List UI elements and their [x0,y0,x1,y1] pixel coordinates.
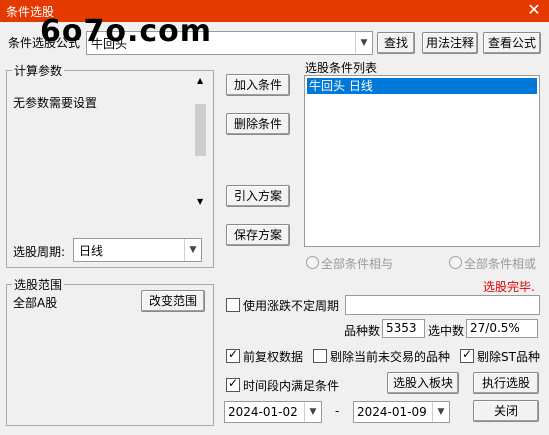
selected-value: 27/0.5% [470,321,520,335]
chevron-down-icon[interactable]: ▼ [432,402,449,422]
add-condition-button[interactable]: 加入条件 [226,74,290,96]
scroll-thumb[interactable] [195,104,206,156]
period-condition-checkbox[interactable]: ✓ [226,376,240,392]
check-icon: ✓ [462,347,473,361]
variable-period-input[interactable] [345,295,540,315]
execute-button[interactable]: 执行选股 [473,372,539,394]
close-icon[interactable]: ✕ [525,1,543,19]
selected-field: 27/0.5% [466,319,538,338]
forward-adjust-checkbox[interactable]: ✓ [226,347,240,363]
period-value: 日线 [79,244,104,258]
selected-label: 选中数 [428,324,465,338]
close-button[interactable]: 关闭 [473,400,539,422]
scope-group-label: 选股范围 [12,276,65,293]
start-date-value: 2024-01-02 [228,405,298,419]
usage-button[interactable]: 用法注释 [422,32,478,54]
variable-period-checkbox[interactable] [226,298,240,312]
view-formula-button[interactable]: 查看公式 [483,32,541,54]
change-scope-button[interactable]: 改变范围 [141,290,205,312]
remove-condition-button[interactable]: 删除条件 [226,113,290,135]
variable-period-label: 使用涨跌不定周期 [243,299,340,313]
count-label: 品种数 [344,324,381,338]
scroll-up-icon[interactable]: ▲ [197,76,203,85]
list-item[interactable]: 牛回头 日线 [307,78,537,94]
condition-screener-window: 条件选股 ✕ 条件选股公式 牛回头 ▼ 6o7o.com 查找 用法注释 查看公… [0,0,549,435]
exclude-st-checkbox[interactable]: ✓ [460,347,474,363]
count-value: 5353 [386,321,417,335]
check-icon: ✓ [228,376,239,390]
watermark: 6o7o.com [40,14,213,49]
conditions-label: 选股条件列表 [305,61,378,75]
mode-and-label: 全部条件相与 [321,257,394,271]
exclude-st-label: 剔除ST品种 [477,350,540,364]
conditions-list[interactable]: 牛回头 日线 [304,75,540,247]
mode-or-radio[interactable] [449,256,462,269]
date-separator: - [335,404,340,418]
params-scrollbar[interactable]: ▲ ▼ [194,76,208,209]
scope-value: 全部A股 [13,296,58,310]
save-scheme-button[interactable]: 保存方案 [226,224,290,246]
to-block-button[interactable]: 选股入板块 [387,372,459,394]
start-date-picker[interactable]: 2024-01-02 ▼ [224,401,322,423]
check-icon: ✓ [228,347,239,361]
import-scheme-button[interactable]: 引入方案 [226,185,290,207]
mode-and-radio[interactable] [306,256,319,269]
mode-or-label: 全部条件相或 [464,257,537,271]
end-date-picker[interactable]: 2024-01-09 ▼ [353,401,450,423]
chevron-down-icon[interactable]: ▼ [304,402,321,422]
period-combo[interactable]: 日线 ▼ [73,238,202,262]
count-field: 5353 [382,319,425,338]
scroll-down-icon[interactable]: ▼ [197,197,203,206]
exclude-untraded-label: 剔除当前未交易的品种 [330,350,451,364]
chevron-down-icon[interactable]: ▼ [355,32,372,54]
params-text: 无参数需要设置 [13,96,98,110]
status-text: 选股完毕. [483,280,535,294]
exclude-untraded-checkbox[interactable] [313,349,327,363]
forward-adjust-label: 前复权数据 [243,350,304,364]
period-condition-label: 时间段内满足条件 [243,379,340,393]
period-label: 选股周期: [13,245,66,259]
params-group-label: 计算参数 [12,62,65,79]
end-date-value: 2024-01-09 [357,405,427,419]
chevron-down-icon[interactable]: ▼ [184,239,201,261]
find-button[interactable]: 查找 [377,32,415,54]
